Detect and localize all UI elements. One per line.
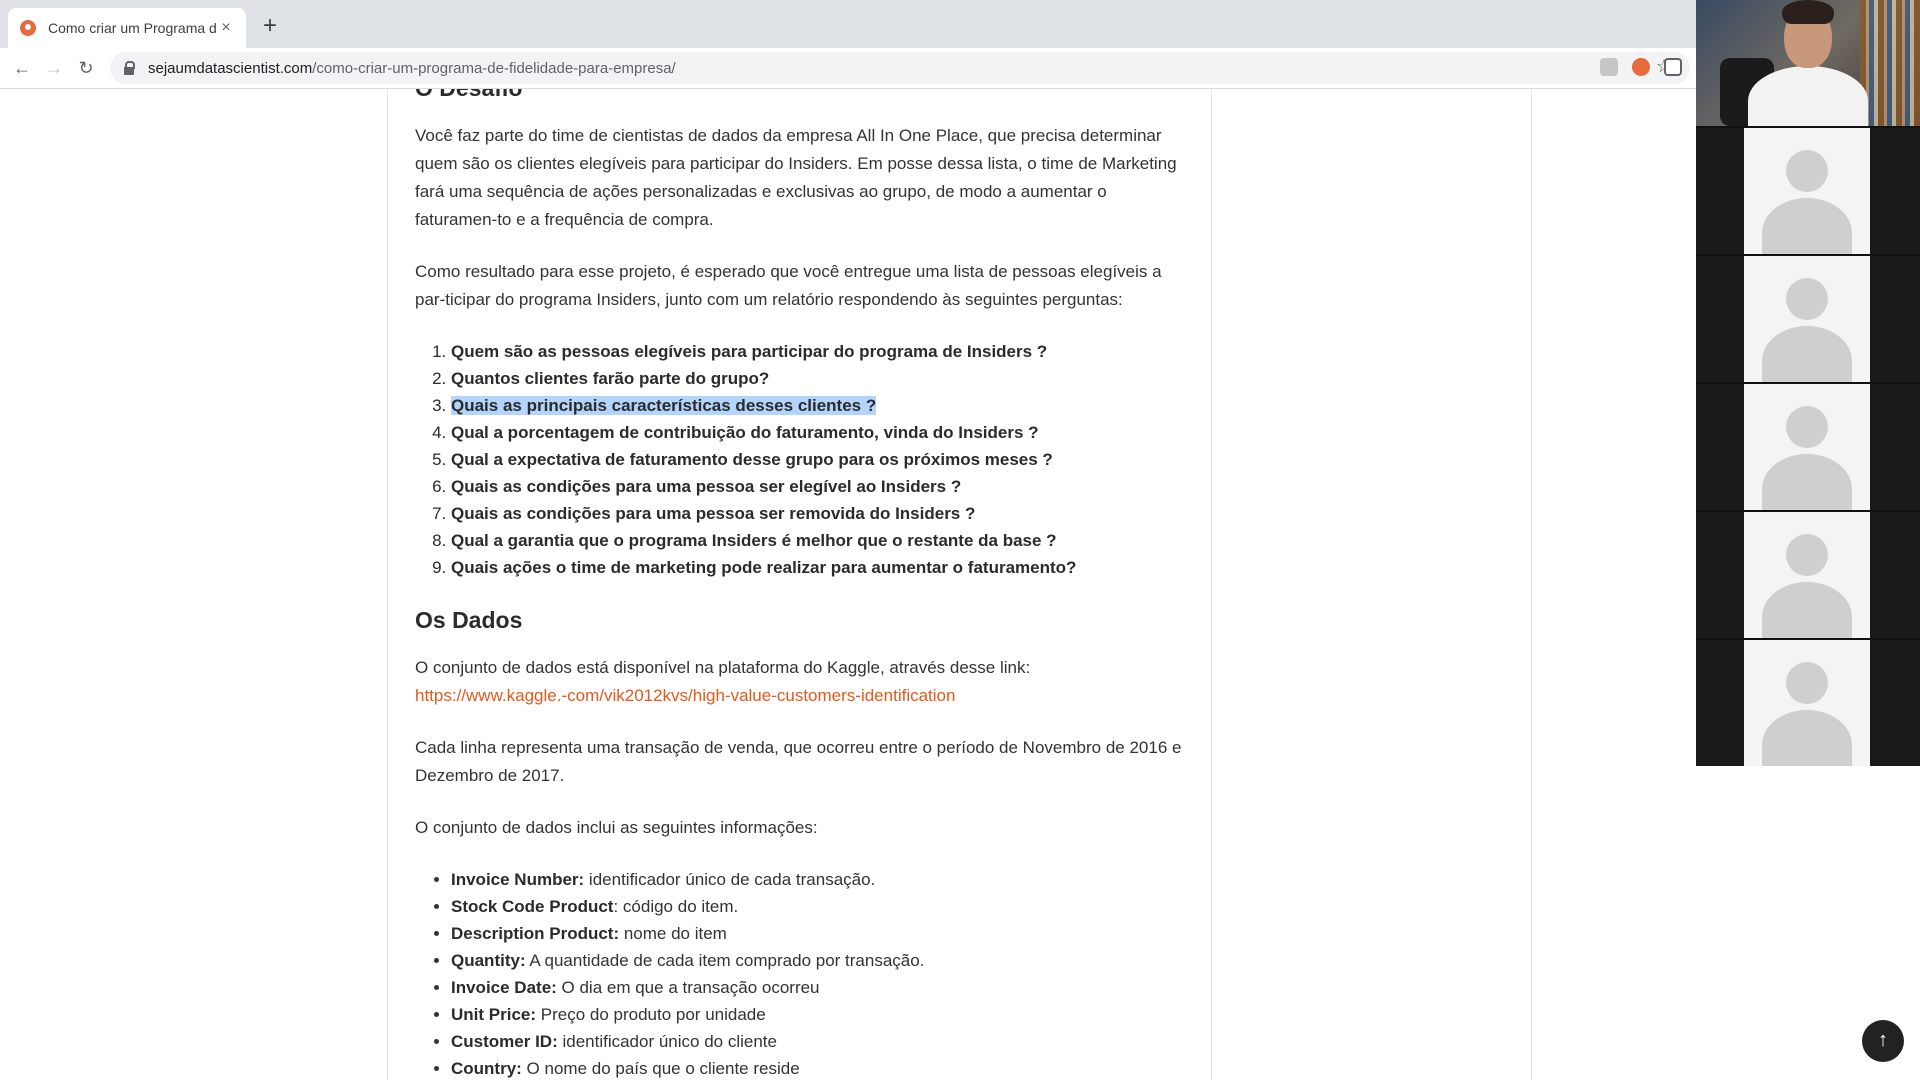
tab-close-icon[interactable]: ×: [216, 19, 236, 37]
participant-frame: [1744, 384, 1870, 510]
selected-text: Quais as principais características dess…: [451, 396, 877, 415]
list-item: Quais ações o time de marketing pode rea…: [451, 554, 1185, 581]
pocket-extension-icon[interactable]: [1664, 58, 1682, 76]
browser-toolbar: ← → ↻ sejaumdatascientist.com/como-criar…: [0, 48, 1920, 89]
list-item: Unit Price: Preço do produto por unidade: [451, 1001, 1185, 1028]
tab-title: Como criar um Programa de Fi: [48, 20, 216, 36]
avatar-icon: [1786, 150, 1828, 192]
video-call-panel: [1696, 0, 1920, 766]
dataset-text: O conjunto de dados está disponível na p…: [415, 658, 1031, 677]
list-item: Quais as principais características dess…: [451, 392, 1185, 419]
list-item: Quais as condições para uma pessoa ser e…: [451, 473, 1185, 500]
presenter-video[interactable]: [1696, 0, 1920, 126]
field-name: Stock Code Product: [451, 897, 614, 916]
field-name: Invoice Date:: [451, 978, 557, 997]
list-item: Qual a porcentagem de contribuição do fa…: [451, 419, 1185, 446]
article-body: O Desafio Você faz parte do time de cien…: [415, 89, 1185, 1080]
bookshelf-background: [1860, 0, 1920, 126]
section-title-challenge: O Desafio: [415, 89, 1185, 102]
paragraph-intro: Você faz parte do time de cientistas de …: [415, 126, 1177, 229]
list-item: Quantity: A quantidade de cada item comp…: [451, 947, 1185, 974]
content-border-right: [1211, 89, 1212, 1080]
field-desc: A quantidade de cada item comprado por t…: [525, 951, 925, 970]
browser-tab[interactable]: Como criar um Programa de Fi ×: [8, 8, 246, 48]
paragraph-rows: Cada linha representa uma transação de v…: [415, 738, 1182, 785]
field-name: Customer ID:: [451, 1032, 558, 1051]
url-path: /como-criar-um-programa-de-fidelidade-pa…: [312, 59, 676, 77]
avatar-body: [1762, 326, 1852, 382]
list-item: Description Product: nome do item: [451, 920, 1185, 947]
list-item: Country: O nome do país que o cliente re…: [451, 1055, 1185, 1080]
list-item: Invoice Date: O dia em que a transação o…: [451, 974, 1185, 1001]
avatar-body: [1762, 198, 1852, 254]
list-item: Qual a expectativa de faturamento desse …: [451, 446, 1185, 473]
reload-button[interactable]: ↻: [72, 54, 100, 82]
paragraph-result: Como resultado para esse projeto, é espe…: [415, 262, 1162, 309]
field-desc: identificador único do cliente: [557, 1032, 777, 1051]
avatar-icon: [1786, 662, 1828, 704]
extension-m-icon[interactable]: [1600, 58, 1618, 76]
list-item: Quem são as pessoas elegíveis para parti…: [451, 338, 1185, 365]
avatar-icon: [1786, 406, 1828, 448]
sidebar-border-right: [1531, 89, 1532, 1080]
web-page: O Desafio Você faz parte do time de cien…: [0, 89, 1920, 1080]
participant-tile[interactable]: [1696, 128, 1920, 254]
site-favicon-icon: [20, 20, 36, 36]
avatar-icon: [1786, 534, 1828, 576]
new-tab-button[interactable]: +: [256, 12, 284, 40]
field-desc: O nome do país que o cliente reside: [521, 1059, 800, 1078]
paragraph-fields-intro: O conjunto de dados inclui as seguintes …: [415, 818, 818, 837]
field-name: Unit Price:: [451, 1005, 537, 1024]
avatar-icon: [1786, 278, 1828, 320]
content-border-left: [387, 89, 388, 1080]
participant-frame: [1744, 128, 1870, 254]
list-item: Quantos clientes farão parte do grupo?: [451, 365, 1185, 392]
field-name: Quantity:: [451, 951, 526, 970]
presenter-hair: [1782, 0, 1834, 24]
avatar-body: [1762, 582, 1852, 638]
participant-frame: [1744, 256, 1870, 382]
fields-list: Invoice Number: identificador único de c…: [415, 866, 1185, 1080]
participant-frame: [1744, 640, 1870, 766]
url-text[interactable]: sejaumdatascientist.com/como-criar-um-pr…: [148, 60, 676, 77]
url-domain: sejaumdatascientist.com: [148, 59, 313, 77]
forward-button[interactable]: →: [40, 54, 68, 82]
field-desc: Preço do produto por unidade: [536, 1005, 766, 1024]
tab-strip: Como criar um Programa de Fi × +: [0, 0, 1920, 48]
field-desc: identificador único de cada transação.: [584, 870, 876, 889]
participant-tile[interactable]: [1696, 640, 1920, 766]
participant-frame: [1744, 512, 1870, 638]
avatar-body: [1762, 710, 1852, 766]
participant-tile[interactable]: [1696, 512, 1920, 638]
list-item: Customer ID: identificador único do clie…: [451, 1028, 1185, 1055]
list-item: Invoice Number: identificador único de c…: [451, 866, 1185, 893]
list-item: Stock Code Product: código do item.: [451, 893, 1185, 920]
field-desc: O dia em que a transação ocorreu: [556, 978, 820, 997]
scroll-to-top-button[interactable]: ↑: [1862, 1020, 1904, 1062]
field-desc: : código do item.: [613, 897, 739, 916]
field-name: Country:: [451, 1059, 522, 1078]
participant-tile[interactable]: [1696, 256, 1920, 382]
lock-icon: [122, 61, 136, 75]
list-item: Qual a garantia que o programa Insiders …: [451, 527, 1185, 554]
section-title-data: Os Dados: [415, 607, 523, 633]
paragraph-dataset: O conjunto de dados está disponível na p…: [415, 654, 1185, 710]
back-button[interactable]: ←: [8, 54, 36, 82]
kaggle-link[interactable]: https://www.kaggle.-com/vik2012kvs/high-…: [415, 686, 955, 705]
extension-orange-icon[interactable]: [1632, 58, 1650, 76]
list-item: Quais as condições para uma pessoa ser r…: [451, 500, 1185, 527]
field-name: Description Product:: [451, 924, 620, 943]
questions-list: Quem são as pessoas elegíveis para parti…: [415, 338, 1185, 581]
field-desc: nome do item: [619, 924, 727, 943]
presenter-shirt: [1748, 66, 1868, 126]
participant-tile[interactable]: [1696, 384, 1920, 510]
field-name: Invoice Number:: [451, 870, 585, 889]
address-bar[interactable]: sejaumdatascientist.com/como-criar-um-pr…: [110, 52, 1690, 84]
avatar-body: [1762, 454, 1852, 510]
